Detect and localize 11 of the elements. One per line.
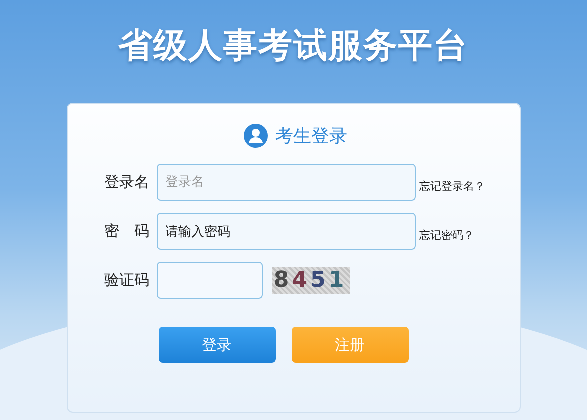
page-title: 省级人事考试服务平台 <box>118 25 468 68</box>
field-label: 登录名 <box>104 173 150 192</box>
field-label: 密 码 <box>104 222 150 241</box>
login-heading: 考生登录 <box>276 125 348 148</box>
username-field[interactable]: 登录名 <box>156 164 416 201</box>
password-field[interactable]: 请输入密码 <box>156 213 416 250</box>
field-label: 验证码 <box>104 271 150 290</box>
forgot-link[interactable]: 忘记登录名？ <box>420 179 486 194</box>
user-icon <box>244 124 268 148</box>
captcha-field[interactable] <box>156 262 262 299</box>
forgot-link[interactable]: 忘记密码？ <box>420 228 474 243</box>
